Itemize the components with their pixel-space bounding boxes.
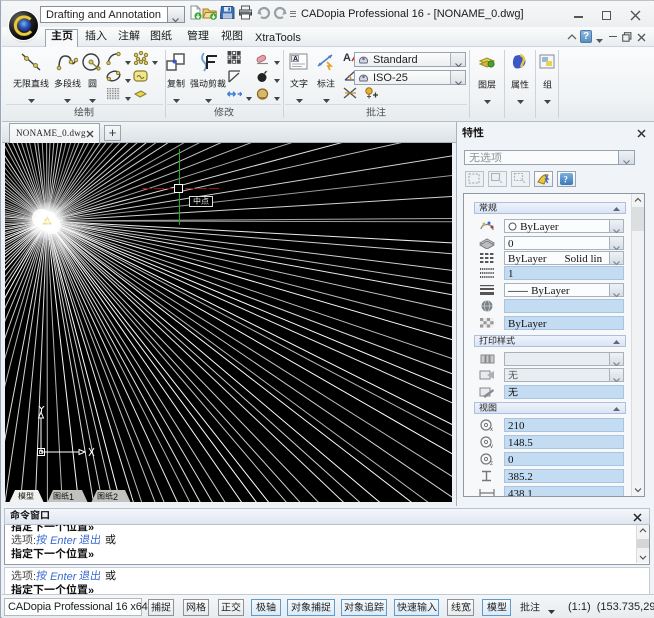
svg-text:y: y [490,444,493,448]
svg-text:x: x [490,427,493,431]
svg-text:A: A [343,52,351,64]
svg-text:?: ? [563,175,568,185]
svg-text:A: A [293,56,298,63]
svg-text:z: z [490,461,493,465]
